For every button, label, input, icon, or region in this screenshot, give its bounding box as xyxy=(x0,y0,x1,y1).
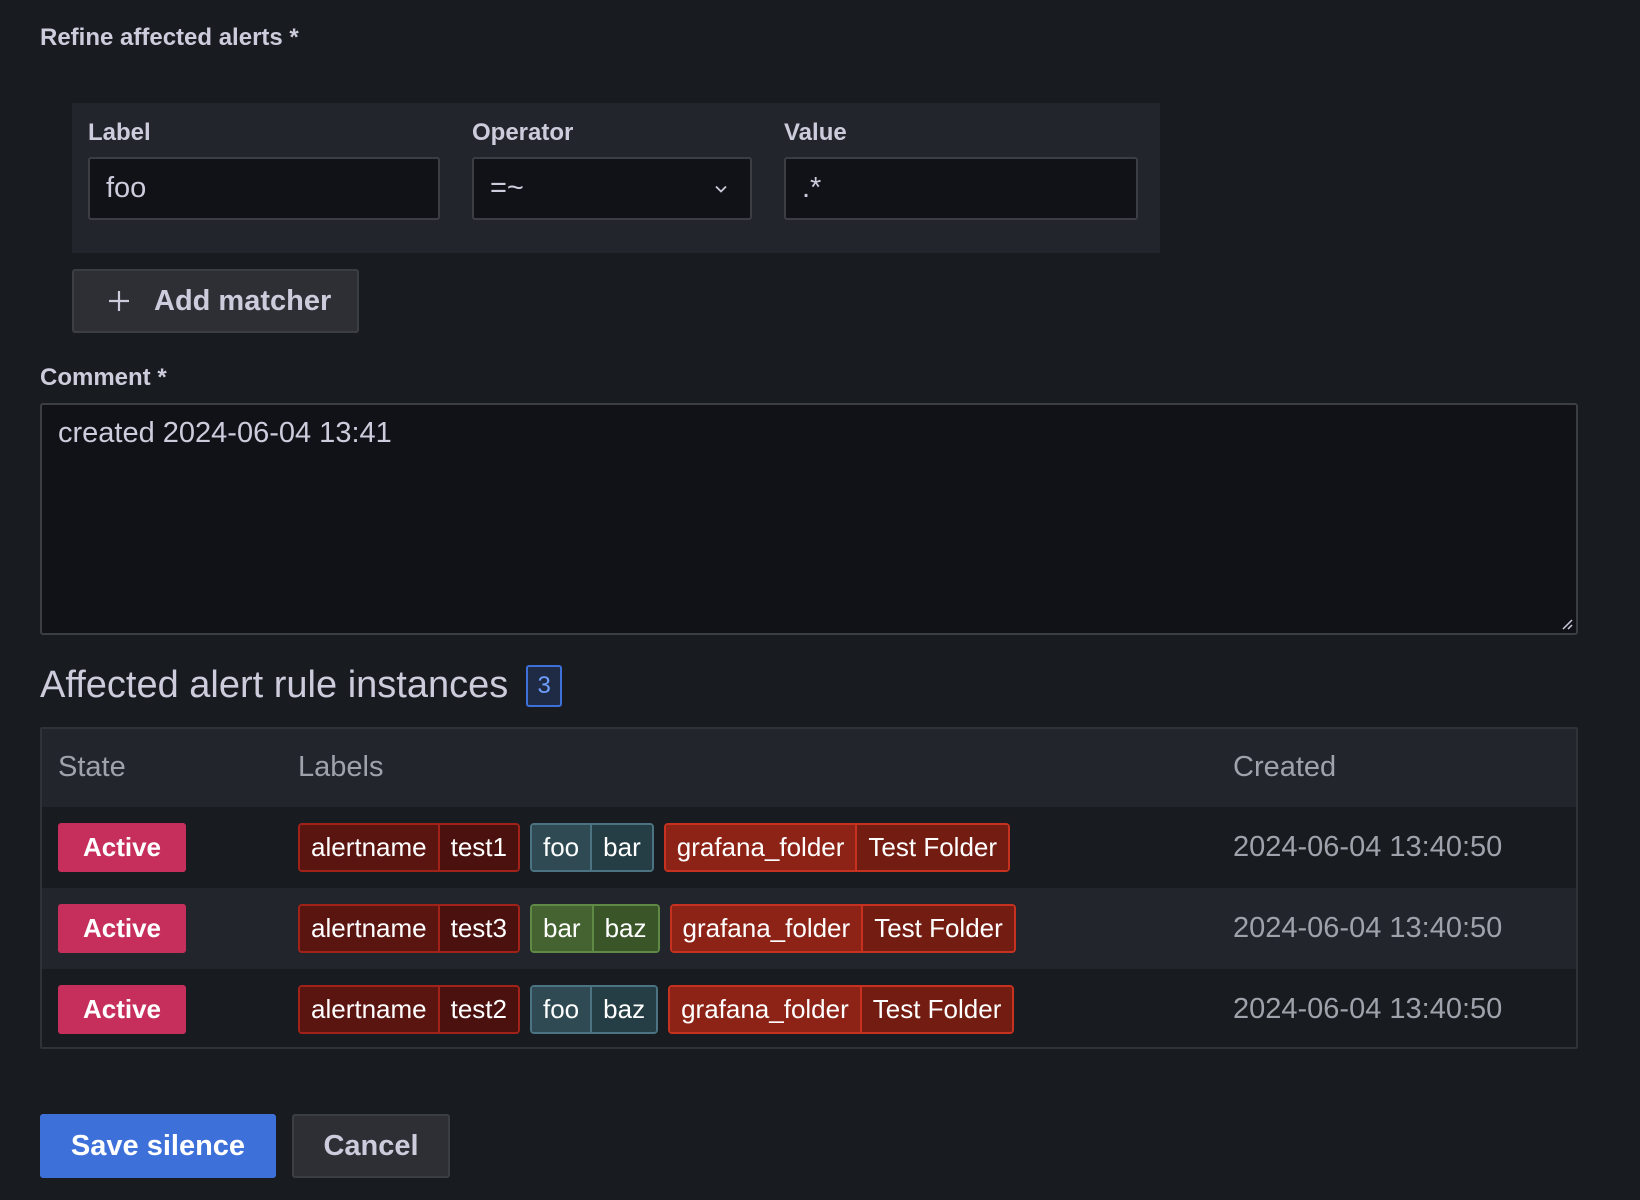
label-value: bar xyxy=(590,825,652,870)
operator-select-value: =~ xyxy=(490,172,524,204)
label-list: alertname test2 foo baz grafana_folder T… xyxy=(298,985,1015,1034)
table-row: Active alertname test1 foo bar grafana_f… xyxy=(42,807,1576,888)
comment-label: Comment * xyxy=(40,364,167,391)
instance-count-badge: 3 xyxy=(526,664,563,707)
comment-text: created 2024-06-04 13:41 xyxy=(58,417,392,449)
label-key: bar xyxy=(532,906,592,951)
table-row: Active alertname test2 foo baz grafana_f… xyxy=(42,969,1576,1047)
affected-instances-title: Affected alert rule instances xyxy=(40,664,509,706)
table-row: Active alertname test3 bar baz grafana_f… xyxy=(42,888,1576,969)
label-key: alertname xyxy=(300,987,438,1032)
label-value: Test Folder xyxy=(859,987,1013,1032)
label-tag: grafana_folder Test Folder xyxy=(668,985,1015,1034)
affected-instances-table: State Labels Created Active alertname te… xyxy=(40,727,1578,1049)
label-value: baz xyxy=(590,987,657,1032)
column-header-labels: Labels xyxy=(298,751,384,783)
label-value: test1 xyxy=(437,825,518,870)
label-tag: grafana_folder Test Folder xyxy=(669,904,1016,953)
label-tag: bar baz xyxy=(530,904,660,953)
cancel-button[interactable]: Cancel xyxy=(292,1114,450,1178)
silence-editor: Refine affected alerts * Label foo Opera… xyxy=(0,0,1640,1200)
state-badge: Active xyxy=(58,823,186,872)
label-value: test3 xyxy=(437,906,518,951)
refine-alerts-label: Refine affected alerts * xyxy=(40,24,299,51)
label-header: Label xyxy=(88,119,151,146)
matcher-row: Label foo Operator =~ Value .* xyxy=(72,103,1160,253)
column-header-created: Created xyxy=(1233,751,1337,783)
label-value: Test Folder xyxy=(861,906,1014,951)
chevron-down-icon xyxy=(715,185,727,193)
value-input-value: .* xyxy=(802,172,822,204)
value-input[interactable]: .* xyxy=(784,157,1138,220)
value-header: Value xyxy=(784,119,847,146)
label-key: alertname xyxy=(300,825,438,870)
label-value: baz xyxy=(591,906,658,951)
created-timestamp: 2024-06-04 13:40:50 xyxy=(1233,993,1503,1025)
state-badge: Active xyxy=(58,985,186,1034)
label-value: test2 xyxy=(437,987,518,1032)
label-list: alertname test1 foo bar grafana_folder T… xyxy=(298,823,1011,872)
column-header-state: State xyxy=(58,751,126,783)
save-silence-button[interactable]: Save silence xyxy=(40,1114,276,1178)
add-matcher-button[interactable]: Add matcher xyxy=(72,269,359,333)
operator-select[interactable]: =~ xyxy=(472,157,752,220)
operator-header: Operator xyxy=(472,119,574,146)
label-tag: grafana_folder Test Folder xyxy=(663,823,1011,872)
label-key: grafana_folder xyxy=(670,987,860,1032)
label-key: grafana_folder xyxy=(671,906,862,951)
label-tag: alertname test3 xyxy=(298,904,520,953)
label-list: alertname test3 bar baz grafana_folder T… xyxy=(298,904,1016,953)
label-input-value: foo xyxy=(106,172,147,204)
created-timestamp: 2024-06-04 13:40:50 xyxy=(1233,912,1503,944)
table-header: State Labels Created xyxy=(42,729,1576,807)
created-timestamp: 2024-06-04 13:40:50 xyxy=(1233,831,1503,863)
label-tag: foo baz xyxy=(530,985,659,1034)
label-key: foo xyxy=(532,825,591,870)
state-badge: Active xyxy=(58,904,186,953)
label-key: foo xyxy=(532,987,591,1032)
affected-instances-heading: Affected alert rule instances 3 xyxy=(40,664,563,707)
label-tag: alertname test1 xyxy=(298,823,520,872)
comment-textarea[interactable]: created 2024-06-04 13:41 xyxy=(40,403,1578,635)
label-input[interactable]: foo xyxy=(88,157,440,220)
label-tag: alertname test2 xyxy=(298,985,520,1034)
label-tag: foo bar xyxy=(530,823,654,872)
add-matcher-label: Add matcher xyxy=(154,284,332,317)
label-value: Test Folder xyxy=(855,825,1009,870)
label-key: alertname xyxy=(300,906,438,951)
plus-icon xyxy=(109,291,129,311)
resize-handle-icon[interactable] xyxy=(1560,617,1574,631)
label-key: grafana_folder xyxy=(665,825,856,870)
